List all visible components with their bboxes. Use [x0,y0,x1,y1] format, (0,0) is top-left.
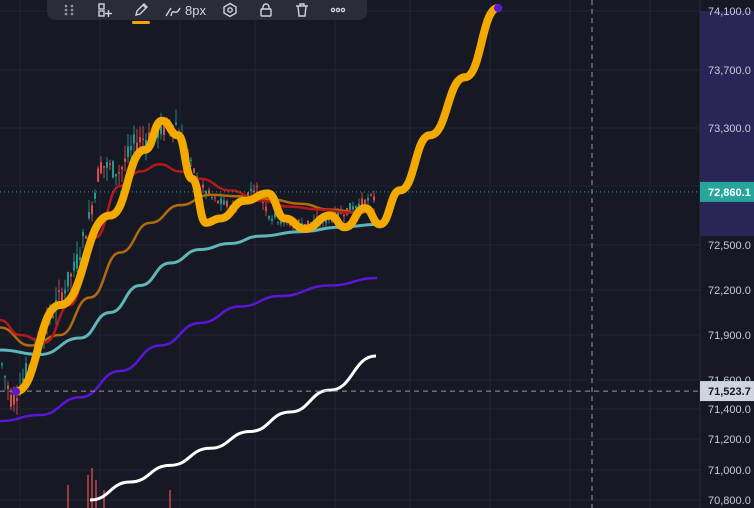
candle-body [211,197,213,199]
price-axis-tick-label: 73,300.0 [708,123,751,135]
lock-icon[interactable] [254,0,278,22]
line-style-icon [165,7,181,17]
chart-grid [0,0,700,508]
candle-body [7,385,9,390]
candle-body [298,219,300,221]
candle-body [142,138,144,140]
candle-body [271,218,273,221]
candle-body [118,172,120,174]
candle-body [175,122,177,125]
candle-body [277,222,279,224]
candle-body [352,206,354,210]
active-color-indicator [132,21,150,24]
candle-body [217,200,219,204]
candle-body [106,161,108,168]
candle-body [79,257,81,260]
candle-body [91,205,93,215]
drawing-toolbar: 8px [47,0,367,24]
price-axis-tick-label: 73,700.0 [708,65,751,77]
candle-body [139,136,141,143]
candle-body [58,290,60,292]
candle-body [256,186,258,188]
price-axis-tick-label: 71,000.0 [708,465,751,477]
candle-body [190,159,192,161]
candle-body [52,316,54,318]
settings-icon[interactable] [218,0,242,22]
candle-body [130,146,132,151]
candle-body [127,146,129,157]
candle-body [103,166,105,168]
candle-body [220,198,222,205]
candle-body [94,192,96,199]
drawing-end-handle[interactable] [494,4,502,13]
candle-body [268,216,270,219]
candle-body [100,162,102,174]
candle-body [73,261,75,271]
candle-body [82,231,84,237]
drawing-start-handle[interactable] [12,387,20,396]
price-axis-tick-label: 71,900.0 [708,330,751,342]
candle-body [214,197,216,199]
candle-body [88,212,90,219]
candle-body [4,376,6,378]
crosshair-price-label: 71,523.7 [708,386,751,398]
price-axis-tick-label: 71,400.0 [708,404,751,416]
price-axis-tick-label: 70,800.0 [708,495,751,507]
price-axis-tick-label: 72,200.0 [708,285,751,297]
candle-body [205,191,207,195]
candle-body [226,201,228,207]
candle-body [112,161,114,178]
candle-body [349,202,351,211]
price-axis-tick-label: 74,100.0 [708,6,751,18]
candle-body [250,188,252,192]
candle-body [361,198,363,206]
candle-body [67,271,69,287]
candle-body [115,174,117,177]
candle-body [343,215,345,217]
price-axis-tick-label: 71,200.0 [708,434,751,446]
line-style-button[interactable]: 8px [165,0,206,22]
candle-body [16,398,18,401]
candle-body [202,184,204,188]
candle-body [70,273,72,277]
moving-average-xlong [89,354,377,502]
candle-body [10,394,12,407]
candle-body [64,289,66,294]
trading-chart-app: 74,100.073,700.073,300.072,900.072,500.0… [0,0,754,508]
candle-body [1,363,3,366]
pencil-icon[interactable] [129,0,153,24]
current-price-label: 72,860.1 [708,187,751,199]
line-width-label: 8px [185,2,206,18]
candle-body [109,163,111,166]
candle-body [223,200,225,205]
candle-body [124,158,126,162]
candle-body [121,167,123,170]
drag-handle-icon[interactable] [57,0,81,22]
candle-body [265,206,267,212]
price-axis[interactable]: 74,100.073,700.073,300.072,900.072,500.0… [699,0,754,508]
candle-body [373,196,375,201]
candle-body [76,254,78,269]
candle-body [253,190,255,193]
candle-body [193,168,195,173]
add-object-icon[interactable] [93,0,117,22]
candle-body [97,168,99,182]
price-chart[interactable]: 74,100.073,700.073,300.072,900.072,500.0… [0,0,754,508]
candle-body [133,134,135,144]
trash-icon[interactable] [290,0,314,22]
candle-body [13,394,15,405]
price-axis-tick-label: 72,500.0 [708,240,751,252]
more-icon[interactable] [326,0,350,22]
candle-body [85,236,87,239]
candle-body [370,194,372,196]
candle-body [367,198,369,201]
